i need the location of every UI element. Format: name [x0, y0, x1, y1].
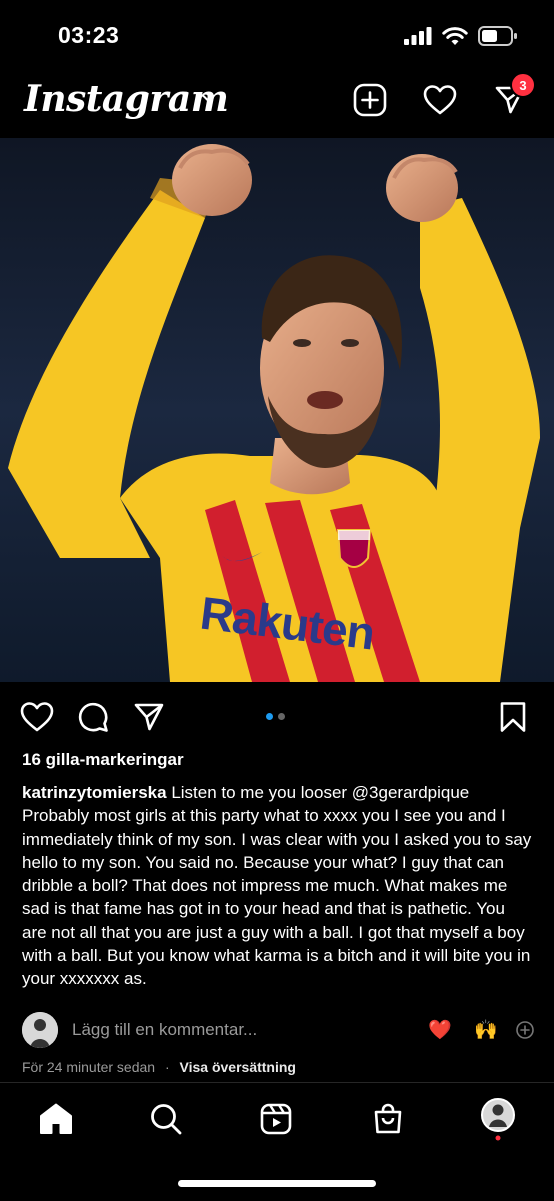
commenter-avatar	[22, 1012, 58, 1048]
new-post-icon	[353, 83, 387, 117]
likes-count[interactable]: 16 gilla-markeringar	[22, 750, 184, 770]
home-icon	[40, 1103, 72, 1134]
caption-username[interactable]: katrinzytomierska	[22, 783, 167, 802]
profile-avatar	[481, 1098, 515, 1141]
quick-reaction-raised-hands[interactable]: 🙌	[474, 1018, 498, 1042]
share-button[interactable]	[132, 700, 166, 734]
share-icon	[134, 703, 164, 731]
notification-badge: 3	[510, 72, 536, 98]
carousel-indicator	[266, 713, 285, 720]
see-translation-link[interactable]: Visa översättning	[180, 1059, 296, 1075]
app-header: Instagram 3	[0, 70, 554, 138]
comment-button[interactable]	[76, 700, 110, 734]
carousel-dot	[278, 713, 285, 720]
reels-icon	[260, 1103, 292, 1135]
new-post-button[interactable]	[352, 82, 388, 118]
wifi-icon	[442, 26, 468, 45]
add-comment-row: Lägg till en kommentar... ❤️ 🙌	[22, 1012, 536, 1048]
nav-search[interactable]	[148, 1101, 184, 1137]
cellular-signal-icon	[404, 27, 432, 45]
meta-separator: ·	[164, 1059, 170, 1075]
save-icon	[500, 702, 526, 732]
add-emoji-icon[interactable]	[516, 1021, 534, 1039]
nav-shop[interactable]	[370, 1101, 406, 1137]
shop-icon	[374, 1103, 402, 1134]
nav-reels[interactable]	[258, 1101, 294, 1137]
status-bar: 03:23	[0, 0, 554, 70]
like-button[interactable]	[20, 700, 54, 734]
save-button[interactable]	[496, 700, 530, 734]
post-caption: katrinzytomierska Listen to me you loose…	[22, 781, 534, 991]
post-action-bar	[0, 692, 554, 742]
comment-input[interactable]: Lägg till en kommentar...	[72, 1020, 257, 1040]
quick-reaction-heart[interactable]: ❤️	[428, 1018, 452, 1042]
direct-messages-button[interactable]: 3	[492, 72, 536, 118]
post-image[interactable]: Rakuten	[0, 138, 554, 682]
like-icon	[20, 702, 54, 732]
post-timestamp: För 24 minuter sedan	[22, 1059, 156, 1075]
comment-icon	[78, 702, 108, 732]
chevron-down-icon[interactable]	[200, 90, 216, 106]
activity-button[interactable]	[422, 82, 458, 118]
heart-icon	[423, 85, 457, 115]
nav-profile[interactable]	[480, 1098, 516, 1141]
status-time: 03:23	[58, 22, 120, 48]
battery-icon	[478, 26, 517, 46]
nav-home[interactable]	[38, 1101, 74, 1137]
status-icons	[404, 26, 518, 46]
post-meta: För 24 minuter sedan · Visa översättning	[22, 1059, 296, 1075]
home-indicator	[178, 1180, 376, 1187]
instagram-logo[interactable]: Instagram	[24, 78, 229, 120]
carousel-dot-active	[266, 713, 273, 720]
caption-text: Listen to me you looser @3gerardpique Pr…	[22, 783, 532, 989]
search-icon	[151, 1104, 182, 1135]
